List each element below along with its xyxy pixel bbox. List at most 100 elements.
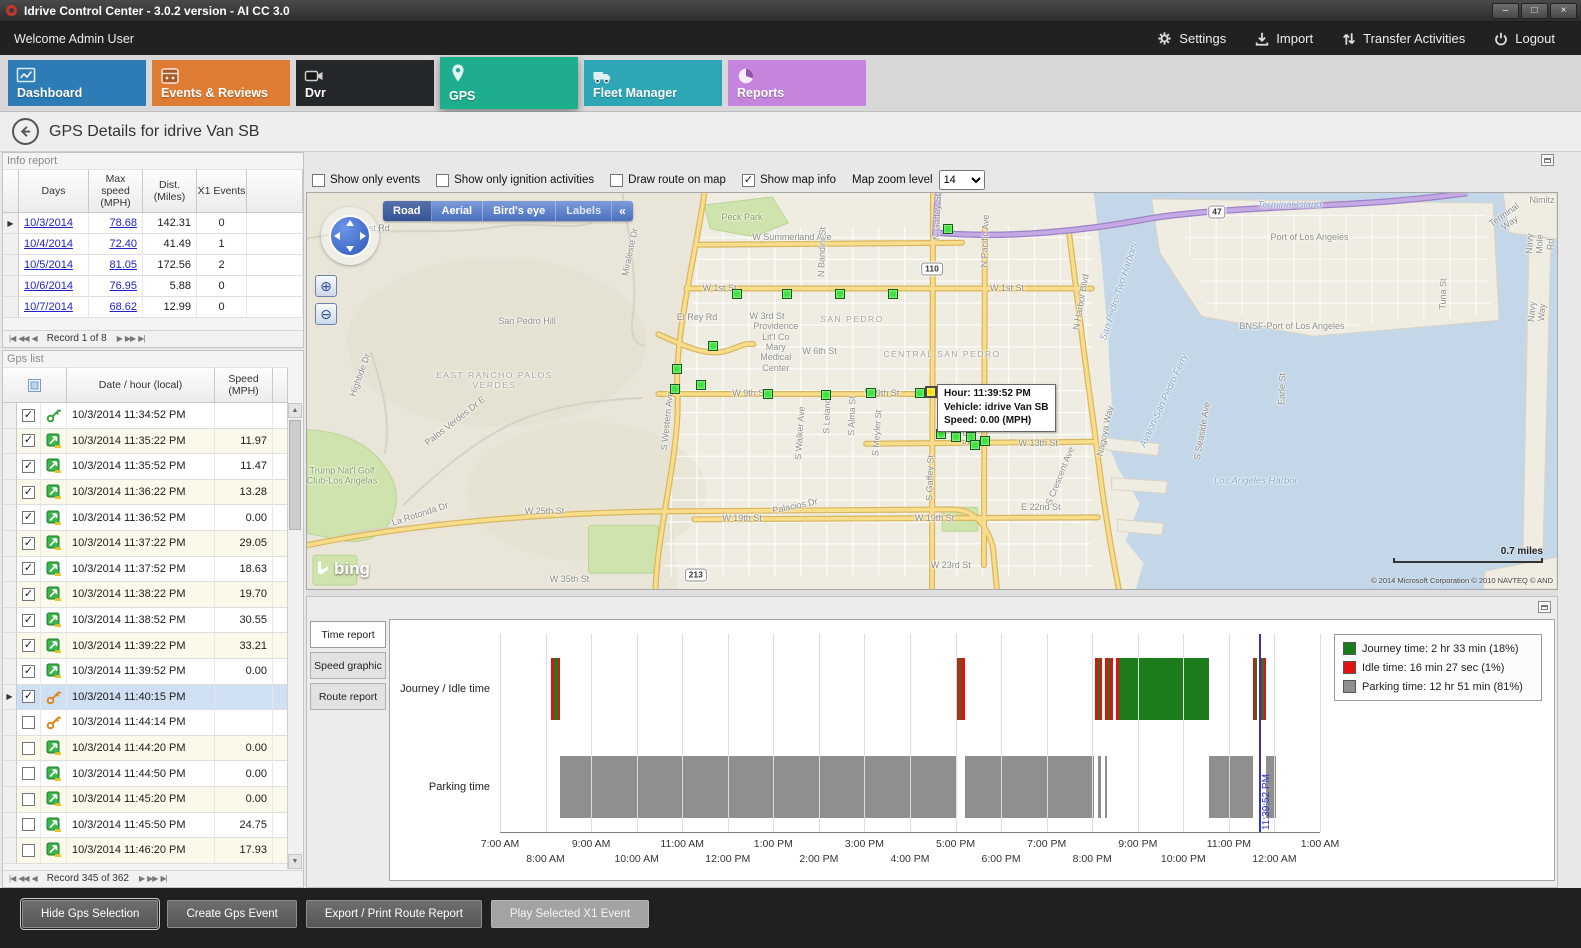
map-option-show-map-info[interactable]: ✓Show map info bbox=[742, 174, 836, 187]
max-speed-link[interactable]: 76.95 bbox=[89, 276, 143, 297]
footer-export-print-route-report[interactable]: Export / Print Route Report bbox=[306, 900, 482, 928]
footer-play-selected-x1-event[interactable]: Play Selected X1 Event bbox=[491, 900, 649, 928]
window-close-button[interactable]: × bbox=[1550, 3, 1577, 19]
report-tab-speed-graphic[interactable]: Speed graphic bbox=[310, 652, 386, 679]
scrollbar-down-icon[interactable] bbox=[288, 854, 302, 869]
tab-reports[interactable]: Reports bbox=[728, 60, 866, 106]
info-pager-nav-button[interactable]: ▶ bbox=[117, 334, 122, 343]
map-style-collapse-button[interactable]: « bbox=[612, 201, 633, 221]
checkbox-icon[interactable] bbox=[22, 767, 35, 780]
gps-list-row[interactable]: 10/3/2014 11:45:50 PM24.75 bbox=[3, 813, 288, 839]
window-minimize-button[interactable]: – bbox=[1492, 3, 1519, 19]
gps-marker[interactable] bbox=[732, 289, 742, 299]
report-tab-route-report[interactable]: Route report bbox=[310, 683, 386, 710]
gps-list-scrollbar[interactable] bbox=[287, 403, 302, 869]
map-option-show-only-ignition-activities[interactable]: Show only ignition activities bbox=[436, 174, 594, 187]
checkbox-icon[interactable] bbox=[22, 844, 35, 857]
chart-maximize-button[interactable] bbox=[1538, 601, 1551, 613]
info-report-row[interactable]: 10/7/201468.6212.990 bbox=[3, 297, 303, 318]
checkbox-icon[interactable] bbox=[312, 174, 325, 187]
tab-events[interactable]: Events & Reviews bbox=[152, 60, 290, 106]
gps-list-row[interactable]: ✓10/3/2014 11:36:52 PM0.00 bbox=[3, 505, 288, 531]
gps-list-row[interactable]: 10/3/2014 11:44:14 PM bbox=[3, 710, 288, 736]
gps-pager-nav-button[interactable]: ▶▶ bbox=[147, 874, 157, 883]
checkbox-checked-icon[interactable]: ✓ bbox=[22, 690, 35, 703]
gps-marker[interactable] bbox=[943, 224, 953, 234]
checkbox-icon[interactable] bbox=[436, 174, 449, 187]
gps-list-row[interactable]: ✓10/3/2014 11:34:52 PM bbox=[3, 403, 288, 429]
info-pager-nav-button[interactable]: |◀ bbox=[9, 334, 15, 343]
window-maximize-button[interactable]: □ bbox=[1521, 3, 1548, 19]
max-speed-link[interactable]: 81.05 bbox=[89, 255, 143, 276]
gps-marker[interactable] bbox=[672, 364, 682, 374]
gps-marker[interactable] bbox=[835, 289, 845, 299]
gps-list-row[interactable]: 10/3/2014 11:44:20 PM0.00 bbox=[3, 736, 288, 762]
map-style-labels[interactable]: Labels bbox=[556, 201, 612, 221]
scrollbar-thumb[interactable] bbox=[289, 420, 301, 530]
gps-marker[interactable] bbox=[951, 432, 961, 442]
settings-button[interactable]: Settings bbox=[1156, 30, 1226, 47]
gps-list-row[interactable]: 10/3/2014 11:46:20 PM17.93 bbox=[3, 838, 288, 864]
info-pager-nav-button[interactable]: ▶▶ bbox=[125, 334, 135, 343]
map-zoom-in-button[interactable] bbox=[315, 275, 337, 297]
checkbox-icon[interactable] bbox=[22, 793, 35, 806]
gps-list-row[interactable]: ✓10/3/2014 11:36:22 PM13.28 bbox=[3, 480, 288, 506]
select-all-header[interactable] bbox=[3, 367, 67, 403]
gps-list-row[interactable]: 10/3/2014 11:45:20 PM0.00 bbox=[3, 787, 288, 813]
gps-marker-selected[interactable] bbox=[925, 386, 937, 398]
gps-pager-nav-button[interactable]: ◀◀ bbox=[18, 874, 28, 883]
gps-marker[interactable] bbox=[915, 388, 925, 398]
tab-dvr[interactable]: Dvr bbox=[296, 60, 434, 106]
gps-marker[interactable] bbox=[888, 289, 898, 299]
info-pager-nav-button[interactable]: ▶| bbox=[138, 334, 144, 343]
gps-marker[interactable] bbox=[670, 384, 680, 394]
info-report-row[interactable]: ▶10/3/201478.68142.310 bbox=[3, 213, 303, 234]
map-option-draw-route-on-map[interactable]: Draw route on map bbox=[610, 174, 726, 187]
info-report-row[interactable]: 10/6/201476.955.880 bbox=[3, 276, 303, 297]
gps-pager-nav-button[interactable]: |◀ bbox=[9, 874, 15, 883]
import-button[interactable]: Import bbox=[1254, 31, 1313, 47]
checkbox-checked-icon[interactable]: ✓ bbox=[22, 486, 35, 499]
pan-north-icon[interactable] bbox=[346, 220, 354, 226]
checkbox-checked-icon[interactable]: ✓ bbox=[22, 639, 35, 652]
max-speed-link[interactable]: 68.62 bbox=[89, 297, 143, 318]
back-button[interactable] bbox=[12, 118, 39, 145]
pan-east-icon[interactable] bbox=[360, 232, 366, 240]
checkbox-checked-icon[interactable]: ✓ bbox=[22, 665, 35, 678]
day-link[interactable]: 10/6/2014 bbox=[19, 276, 89, 297]
map-style-road[interactable]: Road bbox=[383, 201, 432, 221]
scrollbar-up-icon[interactable] bbox=[288, 403, 302, 418]
gps-list-row[interactable]: ✓10/3/2014 11:37:52 PM18.63 bbox=[3, 557, 288, 583]
pan-south-icon[interactable] bbox=[346, 246, 354, 252]
gps-list-row[interactable]: ✓10/3/2014 11:39:52 PM0.00 bbox=[3, 659, 288, 685]
map-compass-control[interactable] bbox=[321, 207, 379, 265]
gps-marker[interactable] bbox=[980, 436, 990, 446]
gps-marker[interactable] bbox=[970, 440, 980, 450]
gps-marker[interactable] bbox=[821, 390, 831, 400]
gps-list-row[interactable]: ✓10/3/2014 11:39:22 PM33.21 bbox=[3, 633, 288, 659]
report-tab-time-report[interactable]: Time report bbox=[310, 621, 386, 648]
day-link[interactable]: 10/7/2014 bbox=[19, 297, 89, 318]
checkbox-icon[interactable] bbox=[610, 174, 623, 187]
footer-hide-gps-selection[interactable]: Hide Gps Selection bbox=[22, 900, 158, 928]
tab-gps[interactable]: GPS bbox=[440, 57, 578, 109]
info-pager-nav-button[interactable]: ◀ bbox=[32, 334, 37, 343]
map-style-bird-s-eye[interactable]: Bird's eye bbox=[483, 201, 556, 221]
checkbox-checked-icon[interactable]: ✓ bbox=[742, 174, 755, 187]
gps-list-row[interactable]: ✓10/3/2014 11:38:52 PM30.55 bbox=[3, 608, 288, 634]
gps-list-row[interactable]: ✓10/3/2014 11:35:52 PM11.47 bbox=[3, 454, 288, 480]
gps-pager-nav-button[interactable]: ▶ bbox=[139, 874, 144, 883]
max-speed-link[interactable]: 78.68 bbox=[89, 213, 143, 234]
checkbox-icon[interactable] bbox=[22, 716, 35, 729]
checkbox-checked-icon[interactable]: ✓ bbox=[22, 562, 35, 575]
checkbox-icon[interactable] bbox=[22, 742, 35, 755]
checkbox-checked-icon[interactable]: ✓ bbox=[22, 537, 35, 550]
max-speed-link[interactable]: 72.40 bbox=[89, 234, 143, 255]
checkbox-checked-icon[interactable]: ✓ bbox=[22, 614, 35, 627]
checkbox-checked-icon[interactable]: ✓ bbox=[22, 511, 35, 524]
info-pager-nav-button[interactable]: ◀◀ bbox=[18, 334, 28, 343]
gps-marker[interactable] bbox=[763, 389, 773, 399]
tab-dashboard[interactable]: Dashboard bbox=[8, 60, 146, 106]
map-style-aerial[interactable]: Aerial bbox=[432, 201, 484, 221]
gps-list-row[interactable]: ▶✓10/3/2014 11:40:15 PM bbox=[3, 685, 288, 711]
